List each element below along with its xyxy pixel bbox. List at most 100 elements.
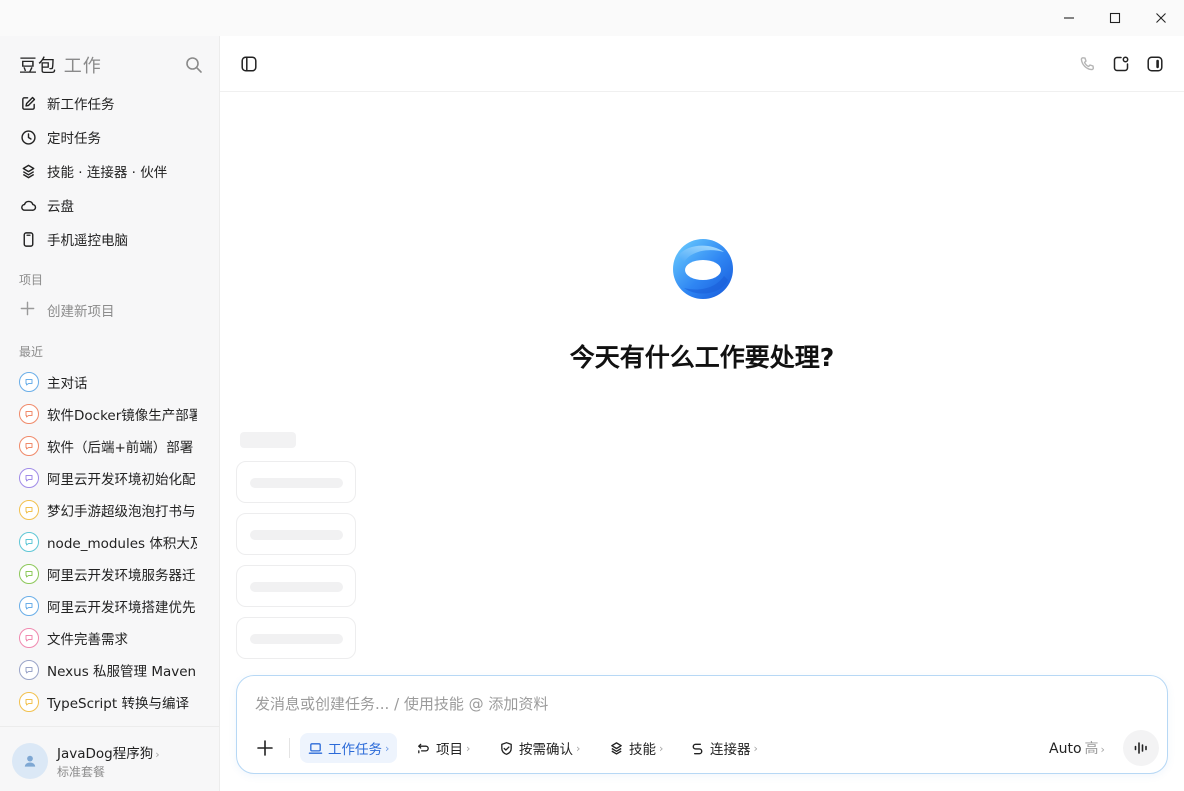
- chat-bubble-icon: [19, 436, 39, 456]
- composer: 工作任务› 项目› 按需确认› 技能› 连接器› Auto高›: [236, 675, 1168, 774]
- maximize-button[interactable]: [1092, 0, 1138, 36]
- chevron-right-icon: ›: [466, 741, 471, 755]
- user-plan: 标准套餐: [57, 765, 106, 779]
- chevron-right-icon: ›: [155, 748, 160, 761]
- toggle-sidebar-button[interactable]: [236, 51, 262, 77]
- message-input[interactable]: [255, 690, 1135, 718]
- chevron-right-icon: ›: [659, 741, 664, 755]
- nav-new-task[interactable]: 新工作任务: [8, 87, 212, 119]
- recent-item-label: Nexus 私服管理 Maven: [47, 664, 197, 680]
- chip-label: 技能: [629, 742, 656, 758]
- page-headline: 今天有什么工作要处理?: [569, 343, 835, 372]
- nav-label: 新工作任务: [47, 97, 115, 113]
- sidebar: 豆包 工作 新工作任务 定时任务 技能 · 连接器 · 伙伴 云盘 手机遥控电脑…: [0, 36, 220, 791]
- chip-project[interactable]: 项目 ›: [408, 733, 478, 763]
- recent-item[interactable]: 文件完善需求: [8, 623, 212, 653]
- skeleton-card: [236, 513, 356, 555]
- layers-icon: [611, 741, 622, 755]
- new-chat-icon: [1113, 56, 1129, 72]
- recent-item[interactable]: 阿里云开发环境服务器迁: [8, 559, 212, 589]
- level-label: 高: [1084, 741, 1099, 757]
- model-label: Auto: [1049, 741, 1082, 757]
- plus-icon: [257, 740, 273, 756]
- recent-item[interactable]: Nexus 私服管理 Maven: [8, 655, 212, 685]
- model-selector[interactable]: Auto 高 ›: [1049, 738, 1105, 758]
- call-button[interactable]: [1074, 51, 1100, 77]
- chat-bubble-icon: [19, 596, 39, 616]
- sidebar-search-button[interactable]: [184, 55, 204, 75]
- recent-section-label: 最近: [19, 345, 44, 359]
- create-project-label: 创建新项目: [47, 304, 115, 320]
- recent-item-label: 文件完善需求: [47, 632, 128, 648]
- avatar[interactable]: [12, 743, 48, 779]
- chip-confirm-on-demand[interactable]: 按需确认 ›: [491, 733, 588, 763]
- layers-icon: [19, 162, 37, 180]
- user-name: JavaDog程序狗: [57, 746, 154, 762]
- chevron-right-icon: ›: [385, 741, 390, 755]
- recent-item[interactable]: 软件（后端+前端）部署: [8, 431, 212, 461]
- chip-connectors[interactable]: 连接器 ›: [682, 733, 766, 763]
- chip-label: 按需确认: [519, 742, 573, 758]
- brand-sub: 工作: [63, 56, 102, 77]
- link-icon: [692, 743, 703, 754]
- recent-item[interactable]: TypeScript 转换与编译: [8, 687, 212, 717]
- create-project-button[interactable]: 创建新项目: [8, 294, 212, 326]
- user-icon: [24, 755, 36, 767]
- new-chat-button[interactable]: [1108, 51, 1134, 77]
- chat-bubble-icon: [19, 628, 39, 648]
- chip-work-task[interactable]: 工作任务 ›: [300, 733, 398, 763]
- skeleton-card: [236, 565, 356, 607]
- brand: 豆包 工作: [19, 52, 102, 78]
- recent-item-label: 软件（后端+前端）部署: [47, 440, 194, 456]
- panel-right-icon: [1147, 56, 1163, 72]
- nav-scheduled-tasks[interactable]: 定时任务: [8, 121, 212, 153]
- close-button[interactable]: [1138, 0, 1184, 36]
- toggle-panel-button[interactable]: [1142, 51, 1168, 77]
- phone-call-icon: [1080, 57, 1094, 71]
- edit-icon: [19, 94, 37, 112]
- maximize-icon: [1109, 12, 1121, 24]
- app-logo: [673, 239, 733, 299]
- nav-label: 云盘: [47, 199, 74, 215]
- nav-skills-connectors[interactable]: 技能 · 连接器 · 伙伴: [8, 155, 212, 187]
- main-header: [220, 36, 1184, 92]
- recent-item-label: 阿里云开发环境搭建优先: [47, 600, 196, 616]
- divider: [289, 738, 290, 758]
- plus-icon: [19, 300, 37, 321]
- recent-item-label: 阿里云开发环境服务器迁: [47, 568, 196, 584]
- chat-bubble-icon: [19, 532, 39, 552]
- project-icon: [418, 743, 429, 753]
- recent-item-label: TypeScript 转换与编译: [47, 696, 189, 712]
- cloud-icon: [19, 196, 37, 214]
- phone-icon: [19, 230, 37, 248]
- recent-item[interactable]: 软件Docker镜像生产部署: [8, 399, 212, 429]
- attach-button[interactable]: [253, 736, 277, 760]
- recent-item[interactable]: 阿里云开发环境初始化配: [8, 463, 212, 493]
- nav-cloud-drive[interactable]: 云盘: [8, 189, 212, 221]
- nav-phone-remote[interactable]: 手机遥控电脑: [8, 223, 212, 255]
- chevron-right-icon: ›: [576, 741, 581, 755]
- recent-item[interactable]: node_modules 体积大及: [8, 527, 212, 557]
- minimize-button[interactable]: [1046, 0, 1092, 36]
- skeleton-card: [236, 617, 356, 659]
- skeleton-card: [236, 461, 356, 503]
- voice-input-button[interactable]: [1123, 730, 1159, 766]
- recent-item[interactable]: 阿里云开发环境搭建优先: [8, 591, 212, 621]
- chip-label: 项目: [436, 742, 463, 758]
- chip-skills[interactable]: 技能 ›: [601, 733, 671, 763]
- chat-bubble-icon: [19, 404, 39, 424]
- chevron-right-icon: ›: [1100, 743, 1105, 756]
- user-area: JavaDog程序狗 › 标准套餐: [0, 726, 219, 791]
- skeleton-title: [240, 432, 296, 448]
- recent-item-label: 软件Docker镜像生产部署: [47, 408, 197, 424]
- recent-item[interactable]: 主对话: [8, 367, 212, 397]
- audio-wave-icon: [1134, 742, 1147, 754]
- sidebar-toggle-icon: [241, 56, 257, 72]
- user-name-button[interactable]: JavaDog程序狗 ›: [57, 742, 160, 762]
- nav-label: 技能 · 连接器 · 伙伴: [47, 165, 168, 181]
- chip-label: 连接器: [710, 742, 751, 758]
- recent-item[interactable]: 梦幻手游超级泡泡打书与: [8, 495, 212, 525]
- chat-bubble-icon: [19, 500, 39, 520]
- nav-label: 定时任务: [47, 131, 101, 147]
- chat-bubble-icon: [19, 660, 39, 680]
